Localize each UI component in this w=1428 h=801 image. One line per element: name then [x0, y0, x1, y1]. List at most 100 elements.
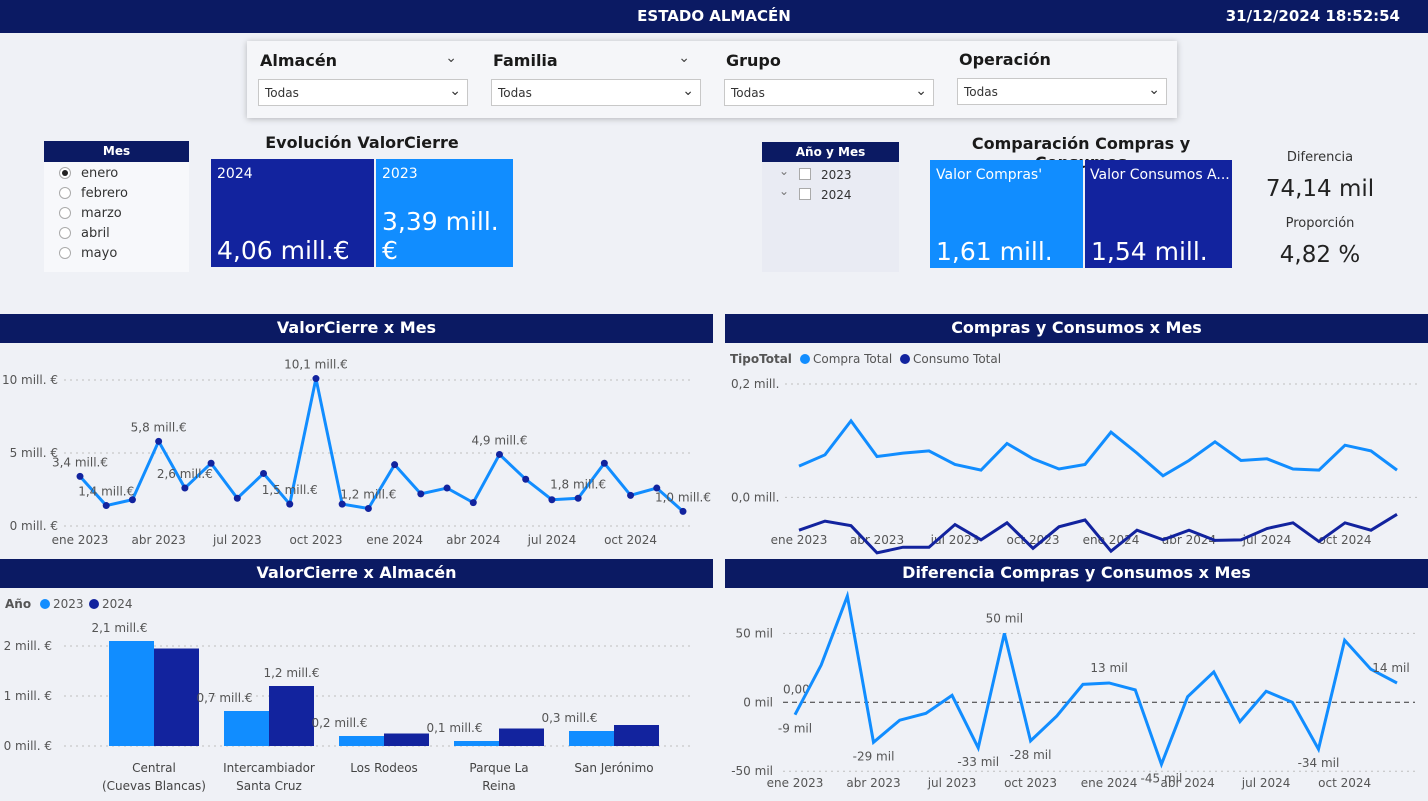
x-tick-label: jul 2023 — [927, 776, 977, 790]
y-tick-label: 0 mill. € — [4, 739, 52, 753]
category-label: Santa Cruz — [236, 779, 302, 793]
data-point — [417, 490, 425, 498]
mes-item[interactable]: marzo — [44, 202, 189, 222]
proporcion-value: 4,82 % — [1279, 242, 1361, 268]
data-point — [102, 502, 110, 510]
category-label: Central — [132, 761, 176, 775]
anio-mes-slicer-header: Año y Mes — [762, 142, 899, 163]
card-value: 1,54 mill. — [1091, 237, 1208, 266]
valorcierre-mes-chart[interactable]: 0 mill. € 5 mill. € 10 mill. € ene 2023 abr … — [0, 343, 713, 557]
data-point — [522, 475, 530, 483]
legend-marker — [900, 354, 910, 364]
chevron-down-icon[interactable]: ⌄ — [445, 50, 457, 66]
y-tick-label: 0 mill. € — [10, 519, 58, 533]
x-tick-label: jul 2024 — [1241, 776, 1291, 790]
radio-icon — [59, 207, 71, 219]
data-label: 4,9 mill.€ — [471, 433, 527, 447]
data-point — [181, 484, 189, 492]
legend-marker — [89, 599, 99, 609]
data-label: 14 mil — [1372, 661, 1409, 675]
data-point — [548, 496, 556, 504]
bar — [384, 733, 429, 746]
mes-item[interactable]: enero — [44, 162, 189, 182]
filter-label: Familia — [493, 51, 558, 70]
mes-label: mayo — [81, 246, 118, 261]
tree-item[interactable]: ⌄ 2023 — [762, 162, 899, 182]
familia-dropdown[interactable]: Todas ⌄ — [491, 79, 701, 106]
data-point — [495, 450, 503, 458]
card-value: 1,61 mill. — [936, 237, 1053, 266]
card-2023[interactable]: 2023 3,39 mill.€ — [376, 159, 513, 267]
mes-item[interactable]: mayo — [44, 242, 189, 262]
y-tick-label: 5 mill. € — [10, 446, 58, 460]
data-label: 13 mil — [1090, 661, 1127, 675]
data-point — [627, 491, 635, 499]
y-tick-label: 2 mill. € — [4, 639, 52, 653]
valorcierre-almacen-title: ValorCierre x Almacén — [0, 559, 713, 588]
tree-label: 2024 — [821, 188, 852, 202]
data-point — [391, 461, 399, 469]
bar — [154, 648, 199, 746]
legend-marker — [40, 599, 50, 609]
x-tick-label: ene 2024 — [1081, 776, 1138, 790]
data-label: -33 mil — [957, 755, 999, 769]
card-consumos[interactable]: Valor Consumos A... 1,54 mill. — [1085, 160, 1232, 268]
card-2024[interactable]: 2024 4,06 mill.€ — [211, 159, 374, 267]
tree-label: 2023 — [821, 168, 852, 182]
data-label: 1,0 mill.€ — [655, 490, 711, 504]
chevron-down-icon[interactable]: ⌄ — [678, 50, 690, 66]
mes-item[interactable]: abril — [44, 222, 189, 242]
x-tick-label: ene 2023 — [771, 533, 828, 547]
data-point — [338, 500, 346, 508]
dropdown-value: Todas — [265, 86, 299, 100]
operacion-dropdown[interactable]: Todas ⌄ — [957, 78, 1167, 105]
legend-title: Año — [5, 597, 31, 611]
chevron-down-icon[interactable]: ⌄ — [779, 164, 789, 178]
bar — [339, 736, 384, 746]
mes-label: febrero — [81, 186, 128, 201]
checkbox[interactable] — [799, 168, 811, 180]
diferencia-title: Diferencia Compras y Consumos x Mes — [725, 559, 1428, 588]
x-tick-label: oct 2023 — [289, 533, 342, 547]
legend-label: 2023 — [53, 597, 84, 611]
bar — [569, 731, 614, 746]
y-tick-label: 0,0 mill. — [731, 490, 779, 504]
data-label: 2,6 mill.€ — [157, 467, 213, 481]
diferencia-chart[interactable]: -50 mil0 mil50 mil0,00ene 2023 abr 2023 ju… — [725, 588, 1428, 801]
valorcierre-almacen-chart[interactable]: Año 2023 2024 0 mill. € 1 mill. € 2 mill. € 2,… — [0, 588, 713, 801]
data-label: 50 mil — [986, 611, 1023, 625]
mes-slicer-header: Mes — [44, 141, 189, 162]
category-label: Los Rodeos — [350, 761, 418, 775]
card-compras[interactable]: Valor Compras' 1,61 mill. — [930, 160, 1083, 268]
diferencia-label: Diferencia — [1286, 150, 1354, 165]
legend-marker — [800, 354, 810, 364]
category-label: Parque La — [469, 761, 528, 775]
almacen-dropdown[interactable]: Todas ⌄ — [258, 79, 468, 106]
chevron-down-icon: ⌄ — [1148, 82, 1160, 98]
data-label: 0,1 mill.€ — [426, 721, 482, 735]
chevron-down-icon[interactable]: ⌄ — [779, 184, 789, 198]
compras-consumos-chart[interactable]: TipoTotal Compra Total Consumo Total 0,0 mi… — [725, 343, 1428, 557]
data-label: 0,2 mill.€ — [311, 716, 367, 730]
data-label: -45 mil — [1141, 771, 1183, 785]
dropdown-value: Todas — [498, 86, 532, 100]
card-value: 3,39 mill.€ — [382, 207, 499, 265]
x-tick-label: abr 2023 — [132, 533, 186, 547]
data-label: 1,4 mill.€ — [78, 485, 134, 499]
checkbox[interactable] — [799, 188, 811, 200]
data-label: 3,4 mill.€ — [52, 455, 108, 469]
mes-item[interactable]: febrero — [44, 182, 189, 202]
card-value: 4,06 mill.€ — [217, 236, 350, 265]
valorcierre-mes-title: ValorCierre x Mes — [0, 314, 713, 343]
card-label: Valor Compras' — [936, 167, 1043, 183]
category-label: San Jerónimo — [574, 761, 653, 775]
tree-item[interactable]: ⌄ 2024 — [762, 182, 899, 202]
mes-label: marzo — [81, 206, 122, 221]
grupo-dropdown[interactable]: Todas ⌄ — [724, 79, 934, 106]
data-point — [312, 375, 320, 383]
data-point — [286, 500, 294, 508]
data-point — [469, 499, 477, 507]
page-title: ESTADO ALMACÉN — [637, 7, 791, 25]
x-tick-label: ene 2023 — [767, 776, 824, 790]
y-tick-label: 10 mill. € — [2, 373, 58, 387]
